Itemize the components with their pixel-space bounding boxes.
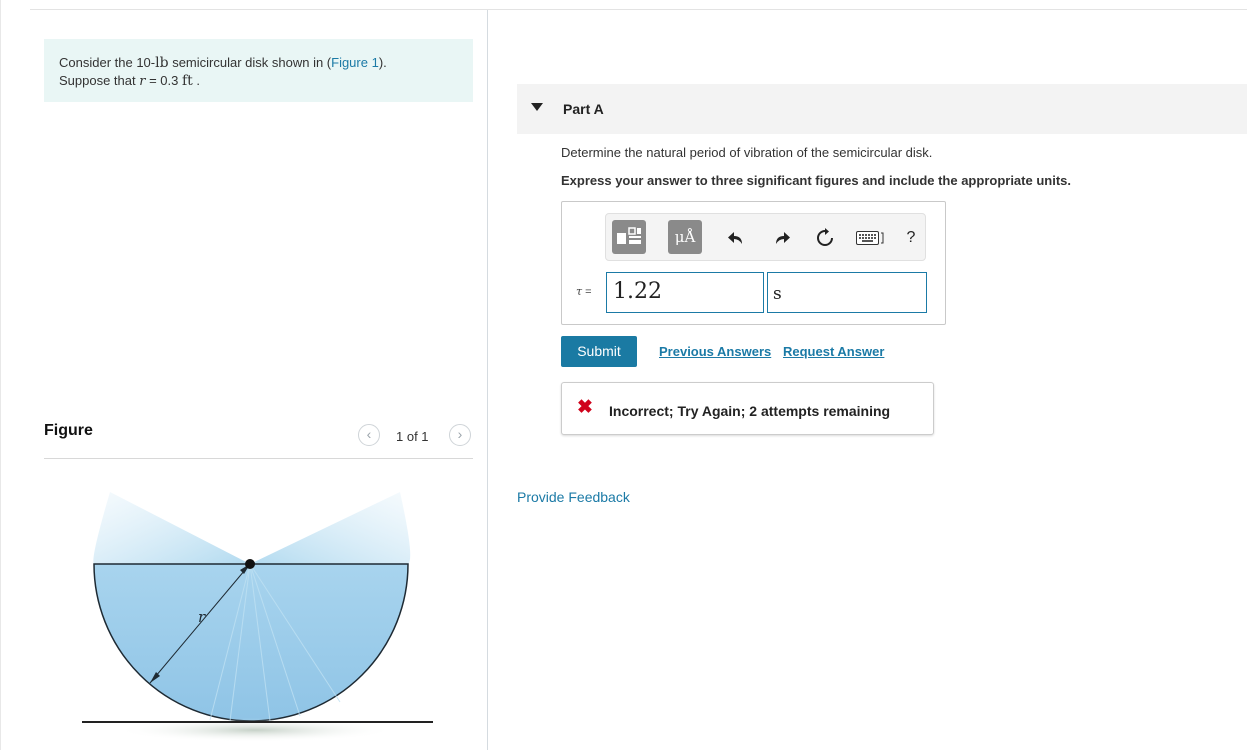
previous-answers-link[interactable]: Previous Answers bbox=[659, 344, 771, 359]
chevron-left-icon: ‹ bbox=[366, 426, 372, 442]
redo-icon bbox=[776, 232, 790, 244]
figure-link[interactable]: Figure 1 bbox=[331, 55, 379, 70]
pivot-point bbox=[245, 559, 255, 569]
figure-title: Figure bbox=[44, 422, 93, 439]
submit-button[interactable]: Submit bbox=[561, 336, 637, 367]
problem-line-2: Suppose that r = 0.3 ft . bbox=[59, 73, 200, 89]
x-icon: ✖ bbox=[577, 397, 593, 418]
templates-button[interactable] bbox=[612, 220, 646, 254]
redo-button[interactable] bbox=[770, 227, 792, 249]
request-answer-link[interactable]: Request Answer bbox=[783, 344, 884, 359]
question-text: Determine the natural period of vibratio… bbox=[561, 145, 933, 160]
semicircular-disk bbox=[93, 563, 409, 722]
undo-icon bbox=[728, 232, 742, 244]
answer-box: μÅ ? τ = 1.22 s bbox=[561, 201, 946, 325]
math-toolbar: μÅ ? bbox=[605, 213, 926, 261]
problem-line-1: Consider the 10-lb semicircular disk sho… bbox=[59, 55, 387, 71]
unit-ft: ft bbox=[181, 73, 193, 89]
chevron-right-icon: › bbox=[457, 426, 463, 442]
keyboard-button[interactable] bbox=[856, 230, 884, 246]
units-icon: μÅ bbox=[674, 228, 696, 246]
figure-pager: 1 of 1 bbox=[396, 429, 429, 444]
help-icon: ? bbox=[906, 229, 916, 246]
left-edge bbox=[0, 0, 1, 750]
provide-feedback-link[interactable]: Provide Feedback bbox=[517, 489, 630, 505]
unit-lb: lb bbox=[155, 55, 169, 71]
problem-statement: Consider the 10-lb semicircular disk sho… bbox=[44, 39, 473, 102]
figure-next-button[interactable]: › bbox=[449, 424, 471, 446]
reset-button[interactable] bbox=[814, 227, 836, 249]
swing-ghost-left bbox=[93, 492, 250, 564]
answer-value-input[interactable]: 1.22 bbox=[606, 272, 764, 313]
radius-label: r bbox=[198, 608, 206, 626]
help-button[interactable]: ? bbox=[900, 227, 922, 249]
templates-icon bbox=[617, 227, 641, 244]
feedback-message: Incorrect; Try Again; 2 attempts remaini… bbox=[609, 403, 891, 419]
reset-icon bbox=[817, 228, 833, 246]
semicircular-disk-figure: r bbox=[82, 492, 433, 742]
answer-unit-input[interactable]: s bbox=[767, 272, 927, 313]
part-a-header[interactable]: Part A bbox=[517, 84, 1247, 134]
collapse-triangle-icon[interactable] bbox=[531, 103, 543, 111]
keyboard-icon bbox=[856, 231, 884, 245]
figure-header: Figure ‹ 1 of 1 › bbox=[44, 418, 473, 459]
undo-button[interactable] bbox=[726, 227, 748, 249]
swing-ghost-right bbox=[250, 492, 411, 564]
units-button[interactable]: μÅ bbox=[668, 220, 702, 254]
part-title: Part A bbox=[563, 101, 604, 117]
figure-prev-button[interactable]: ‹ bbox=[358, 424, 380, 446]
column-divider bbox=[487, 10, 488, 750]
top-border bbox=[30, 9, 1247, 10]
answer-label: τ = bbox=[576, 285, 592, 298]
incorrect-feedback: ✖ Incorrect; Try Again; 2 attempts remai… bbox=[561, 382, 934, 435]
instruction-text: Express your answer to three significant… bbox=[561, 173, 1071, 188]
